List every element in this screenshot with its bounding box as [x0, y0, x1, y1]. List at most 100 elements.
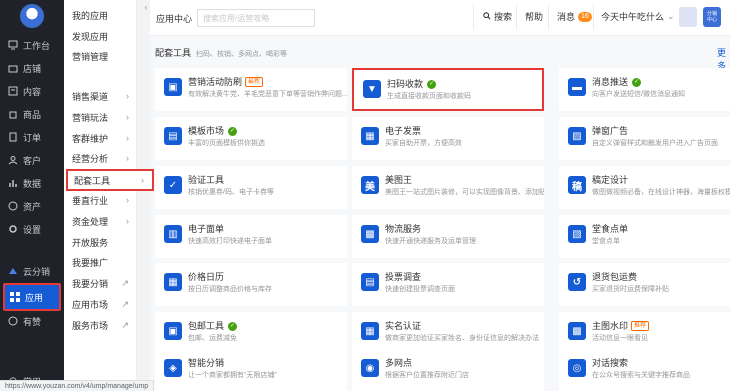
grid-icon	[10, 292, 20, 302]
help-link[interactable]: 帮助	[525, 10, 543, 23]
sidebar-item-label: 设置	[23, 224, 42, 235]
secondary-nav-label: 我要推广	[72, 257, 109, 268]
watermark-icon: ▩	[568, 322, 586, 340]
secondary-nav-item[interactable]: 垂直行业 ›	[64, 190, 137, 210]
vote-icon: ▤	[361, 273, 379, 291]
app-card[interactable]: ▤ 模板市场 ✓ 丰富的页面模板供你挑选	[155, 117, 347, 160]
secondary-nav-item[interactable]: 应用市场 ↗	[64, 294, 137, 314]
search-input-wrapper[interactable]	[197, 9, 315, 27]
asset-icon	[8, 201, 18, 211]
secondary-sidebar: 我的应用发现应用 营销管理销售渠道 › 营销玩法 › 客群维护 › 经营分析 › 配套工具 › 垂直行…	[64, 0, 154, 391]
secondary-nav-label: 资金处理	[72, 216, 109, 227]
sidebar-item-content[interactable]: 内容	[0, 80, 64, 102]
sidebar-item-youzan[interactable]: 有赞	[0, 310, 64, 332]
secondary-nav-item[interactable]: 我要推广	[64, 252, 137, 272]
sidebar-item-apps[interactable]: 应用	[3, 283, 61, 311]
sidebar-item-data[interactable]: 数据	[0, 172, 64, 194]
app-card-tag: 推荐	[631, 321, 650, 331]
secondary-nav-label: 我要分销	[72, 278, 109, 289]
app-card[interactable]: ▼ 扫码收款 ✓ 生成直接收款页面和收款码	[352, 68, 544, 111]
avatar[interactable]	[679, 7, 697, 27]
secondary-nav-item[interactable]: 我的应用	[64, 5, 137, 25]
app-card[interactable]: ▬ 消息推送 ✓ 向客户发送短信/微信消息通知	[559, 68, 730, 111]
app-card[interactable]: 美美图王 美图王一站式图片装修，可以实现图像背景、添加贴纸	[352, 166, 544, 209]
app-card[interactable]: ▦ 价格日历 按日历调整商品价格与库存	[155, 263, 347, 306]
app-card-title: 美图王	[385, 175, 413, 185]
secondary-nav-item[interactable]: 销售渠道 ›	[64, 86, 137, 106]
secondary-nav-item[interactable]: 服务市场 ↗	[64, 315, 137, 335]
app-card-title: 弹窗广告	[592, 126, 629, 136]
secondary-nav-item[interactable]: 开放服务	[64, 232, 137, 252]
chevron-right-icon: ›	[126, 112, 129, 122]
secondary-nav-item[interactable]: 经营分析 ›	[64, 148, 137, 168]
app-card-title: 投票调查	[385, 272, 422, 282]
app-card-title: 模板市场	[188, 126, 225, 136]
installed-check-icon: ✓	[228, 321, 238, 331]
app-card-desc: 美图王一站式图片装修，可以实现图像背景、添加贴纸	[385, 189, 544, 196]
lunch-link[interactable]: 今天中午吃什么 ⌄	[601, 10, 675, 23]
chevron-right-icon: ›	[126, 195, 129, 205]
chevron-right-icon: ›	[126, 91, 129, 101]
secondary-nav-item[interactable]: 客群维护 ›	[64, 128, 137, 148]
sidebar-item-gear[interactable]: 设置	[0, 218, 64, 240]
shield-icon: ▣	[164, 78, 182, 96]
app-card-desc: 生成直接收款页面和收款码	[387, 93, 471, 100]
top-bar: 应用中心 搜索 帮助 消息 16 今天中午吃什么 ⌄ 分销 中心	[150, 0, 730, 36]
messages-link[interactable]: 消息 16	[557, 10, 592, 23]
app-card-title: 消息推送	[592, 77, 629, 87]
app-card[interactable]: ▩ 物流服务 快速开通快递服务及运单管理	[352, 215, 544, 258]
installed-check-icon: ✓	[427, 79, 437, 89]
app-card[interactable]: 稿稿定设计 做图做视频必备，在线设计神器，海量板权模板...	[559, 166, 730, 209]
divider	[516, 4, 517, 30]
shop-icon	[8, 63, 18, 73]
app-card[interactable]: ✓ 验证工具 核销优惠券/码、电子卡券等	[155, 166, 347, 209]
secondary-nav-item[interactable]: 发现应用	[64, 26, 137, 46]
app-card[interactable]: ◈ 智能分销 让一个商家都拥有“无限店铺”	[155, 349, 347, 391]
sidebar-item-goods[interactable]: 商品	[0, 103, 64, 125]
realname-icon: ▦	[361, 322, 379, 340]
sidebar-item-label: 数据	[23, 178, 42, 189]
app-card-desc: 买家退货时运费保障补贴	[592, 286, 669, 293]
chat-search-icon: ◎	[568, 359, 586, 377]
search-link[interactable]: 搜索	[483, 10, 512, 23]
installed-check-icon: ✓	[228, 126, 238, 136]
divider	[473, 4, 474, 30]
divider	[548, 4, 549, 30]
distribution-center-badge[interactable]: 分销 中心	[703, 7, 721, 27]
app-card[interactable]: ▧ 堂食点单 堂食点单	[559, 215, 730, 258]
messages-label: 消息	[557, 12, 576, 22]
app-card[interactable]: ▦ 电子发票 买家自助开票，方便高效	[352, 117, 544, 160]
calendar-icon: ▦	[164, 273, 182, 291]
app-card[interactable]: ▤ 投票调查 快速创建投票调查页面	[352, 263, 544, 306]
app-card[interactable]: ▣ 营销活动防刷 最新 有效解决黄牛党、羊毛党恶意下单等营销作弊问题...	[155, 68, 347, 111]
secondary-nav-label: 我的应用	[72, 10, 109, 21]
search-label: 搜索	[494, 12, 513, 22]
sidebar-item-cloud-distribution[interactable]: 云分销	[0, 260, 64, 282]
app-card-title: 包邮工具	[188, 321, 225, 331]
logo[interactable]	[20, 4, 44, 28]
sidebar-item-customer[interactable]: 客户	[0, 149, 64, 171]
secondary-nav-item[interactable]: 营销玩法 ›	[64, 107, 137, 127]
sidebar-item-asset[interactable]: 资产	[0, 195, 64, 217]
search-input[interactable]	[203, 13, 303, 23]
content-icon	[8, 86, 18, 96]
app-card-desc: 按日历调整商品价格与库存	[188, 286, 272, 293]
verify-icon: ✓	[164, 176, 182, 194]
secondary-nav-label: 开放服务	[72, 237, 109, 248]
chevron-right-icon: ›	[126, 216, 129, 226]
app-card[interactable]: ▥ 电子面单 快速高效打印快递电子面单	[155, 215, 347, 258]
app-card[interactable]: ◉ 多网点 根据客户位置推荐附近门店	[352, 349, 544, 391]
return-icon: ↺	[568, 273, 586, 291]
sidebar-item-monitor[interactable]: 工作台	[0, 34, 64, 56]
app-card-title: 智能分销	[188, 358, 225, 368]
sidebar-item-shop[interactable]: 店铺	[0, 57, 64, 79]
secondary-nav-item[interactable]: 我要分销 ↗	[64, 273, 137, 293]
app-card[interactable]: ▨ 弹窗广告 自定义弹窗样式和触发用户进入广告页面	[559, 117, 730, 160]
sidebar-item-order[interactable]: 订单	[0, 126, 64, 148]
app-card[interactable]: ◎ 对话搜索 在公众号搜索与关键字推荐商品	[559, 349, 730, 391]
app-card[interactable]: ↺ 退货包运费 买家退货时运费保障补贴	[559, 263, 730, 306]
sidebar-item-label: 店铺	[23, 63, 42, 74]
secondary-nav-item[interactable]: 资金处理 ›	[64, 211, 137, 231]
secondary-nav-item[interactable]: 配套工具 ›	[66, 169, 154, 191]
secondary-nav-item[interactable]: 营销管理	[64, 46, 137, 66]
